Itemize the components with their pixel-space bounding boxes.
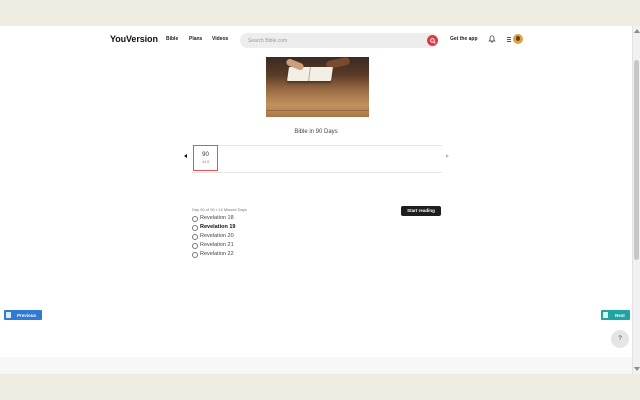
days-next-arrow-icon[interactable] [446, 154, 449, 158]
search-icon [429, 37, 436, 44]
circle-checkbox-icon[interactable] [192, 225, 198, 231]
day-number: 90 [202, 152, 209, 158]
nav-plans[interactable]: Plans [189, 36, 202, 42]
circle-checkbox-icon[interactable] [192, 216, 198, 222]
search-button[interactable] [427, 35, 438, 46]
bell-icon[interactable] [488, 35, 496, 43]
reading-label[interactable]: Revelation 18 [200, 215, 234, 221]
scroll-down-icon[interactable] [634, 367, 640, 371]
scroll-up-icon[interactable] [634, 29, 640, 33]
circle-checkbox-icon[interactable] [192, 243, 198, 249]
previous-button[interactable]: Previous [4, 310, 42, 320]
book-icon [6, 312, 11, 318]
reading-label[interactable]: Revelation 19 [200, 224, 235, 230]
day-month: Jul 8 [201, 160, 210, 164]
reading-label[interactable]: Revelation 22 [200, 251, 234, 257]
site-header: YouVersion Bible Plans Videos Search Bib… [0, 26, 632, 56]
page-footer [0, 357, 632, 374]
help-button[interactable]: ? [611, 330, 629, 348]
plan-hero-image [266, 57, 369, 117]
scroll-thumb[interactable] [634, 60, 639, 260]
circle-checkbox-icon[interactable] [192, 234, 198, 240]
avatar[interactable] [513, 34, 523, 44]
page-scrollbar[interactable] [632, 26, 640, 374]
next-button[interactable]: Next [601, 310, 630, 320]
book-icon [603, 312, 608, 318]
plan-title: Bible in 90 Days [294, 129, 338, 135]
previous-label: Previous [17, 312, 37, 318]
page-content: YouVersion Bible Plans Videos Search Bib… [0, 26, 632, 374]
day-selector-current[interactable]: 90 Jul 8 [193, 145, 218, 171]
reading-label[interactable]: Revelation 21 [200, 242, 234, 248]
next-label: Next [615, 312, 625, 318]
circle-checkbox-icon[interactable] [192, 252, 198, 258]
youversion-logo[interactable]: YouVersion [110, 34, 158, 44]
start-reading-button[interactable]: Start reading [401, 206, 441, 216]
menu-icon[interactable] [507, 37, 511, 42]
nav-videos[interactable]: Videos [212, 36, 228, 42]
days-strip [192, 145, 442, 173]
days-prev-arrow-icon[interactable] [184, 154, 187, 158]
get-the-app-link[interactable]: Get the app [450, 36, 478, 42]
plan-progress-text: Day 90 of 90 • 14 Missed Days [192, 207, 247, 212]
nav-bible[interactable]: Bible [166, 36, 178, 42]
reading-label[interactable]: Revelation 20 [200, 233, 234, 239]
search-bar[interactable]: Search Bible.com [240, 33, 438, 48]
search-input[interactable]: Search Bible.com [248, 38, 287, 44]
